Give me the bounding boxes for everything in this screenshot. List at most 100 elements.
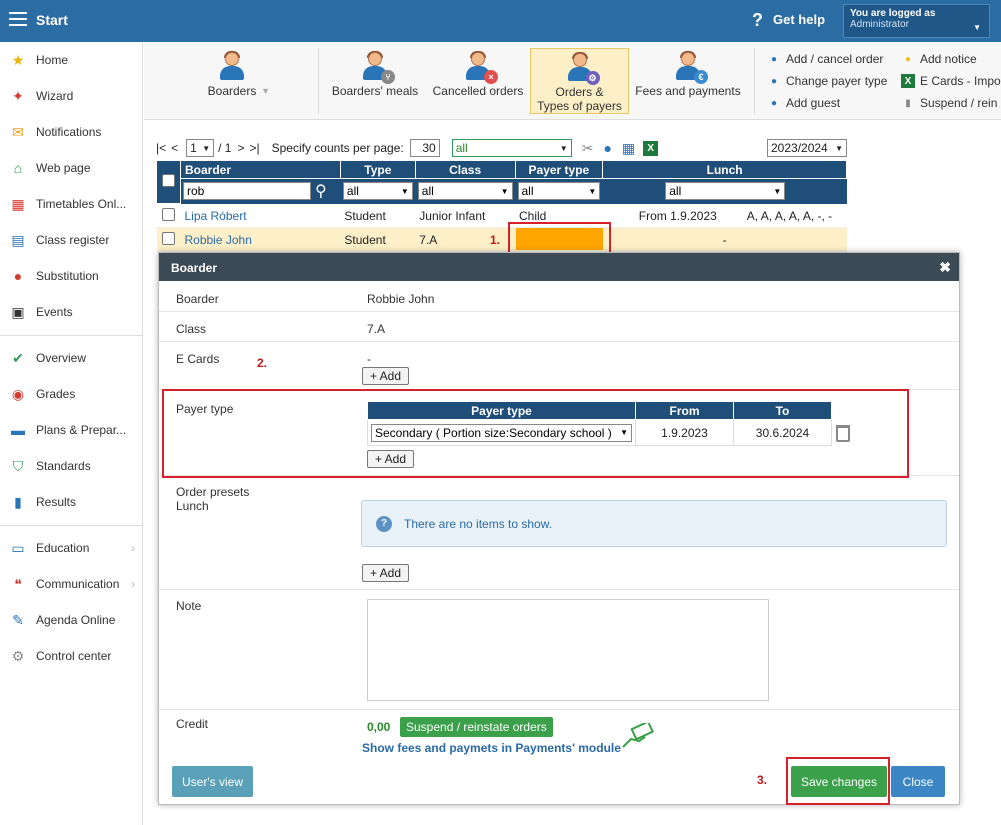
credit-label: Credit xyxy=(176,717,209,731)
boarders-button[interactable]: Boarders ▼ xyxy=(184,48,280,114)
show-fees-link[interactable]: Show fees and paymets in Payments' modul… xyxy=(362,741,621,755)
row-checkbox[interactable] xyxy=(161,231,175,245)
note-textarea[interactable] xyxy=(367,599,769,701)
chevron-down-icon: ▼ xyxy=(400,186,409,196)
sidebar-item-grades[interactable]: ◉ Grades xyxy=(0,376,143,412)
trash-icon[interactable] xyxy=(836,425,850,442)
class-filter-select[interactable]: all ▼ xyxy=(417,182,513,200)
search-icon[interactable]: ⚲ xyxy=(315,181,327,201)
help-icon[interactable]: ? xyxy=(752,10,763,31)
chevron-down-icon: ▼ xyxy=(559,143,568,153)
col-header-type[interactable]: Type xyxy=(339,160,416,179)
first-page-button[interactable]: |< xyxy=(156,141,166,155)
payer-type-table: Payer type From To Secondary ( Portion s… xyxy=(367,401,832,446)
col-header-lunch[interactable]: Lunch xyxy=(602,160,847,179)
payer-type-empty-cell[interactable] xyxy=(516,228,603,250)
sidebar-item-standards[interactable]: ⛉ Standards xyxy=(0,448,143,484)
envelope-icon: ✉ xyxy=(12,123,24,140)
add-cancel-order-link[interactable]: ● Add / cancel order xyxy=(767,52,883,66)
divider xyxy=(159,589,959,590)
sidebar-item-class-register[interactable]: ▤ Class register xyxy=(0,222,143,258)
ecards-import-link[interactable]: XE Cards - Impo xyxy=(901,74,1001,88)
change-payer-type-link[interactable]: ● Change payer type xyxy=(767,74,887,88)
sidebar-item-web-page[interactable]: ⌂ Web page xyxy=(0,150,143,186)
sidebar-item-substitution[interactable]: ● Substitution xyxy=(0,258,143,294)
user-filter-icon[interactable]: ● xyxy=(603,140,611,156)
filter-select[interactable]: all ▼ xyxy=(451,139,572,157)
sidebar-item-timetables[interactable]: ▦ Timetables Onl... xyxy=(0,186,143,222)
table-row-selected[interactable]: Robbie John Student 7.A - xyxy=(156,227,847,252)
boarder-name-link[interactable]: Lipa Róbert xyxy=(184,209,246,223)
type-filter-select[interactable]: all ▼ xyxy=(342,182,413,200)
payer-type-select[interactable]: Secondary ( Portion size:Secondary schoo… xyxy=(371,423,632,442)
sidebar-item-plans[interactable]: ▬ Plans & Prepar... xyxy=(0,412,143,448)
get-help-link[interactable]: Get help xyxy=(773,12,825,27)
cancelled-orders-button[interactable]: × Cancelled orders xyxy=(429,48,527,114)
user-add-icon: ● xyxy=(770,53,778,65)
close-icon[interactable]: ✖ xyxy=(939,259,951,276)
suspend-reinstate-link[interactable]: ▮ Suspend / rein xyxy=(901,96,997,110)
save-changes-button[interactable]: Save changes xyxy=(791,766,887,797)
bar-chart-icon: ▮ xyxy=(14,493,22,510)
table-row[interactable]: Lipa Róbert Student Junior Infant Child … xyxy=(156,203,847,228)
add-guest-link[interactable]: ● Add guest xyxy=(767,96,840,110)
sidebar-item-notifications[interactable]: ✉ Notifications xyxy=(0,114,143,150)
check-circle-icon: ✔ xyxy=(12,349,24,366)
col-header-payer[interactable]: Payer type xyxy=(514,160,604,179)
columns-icon[interactable]: ▦ xyxy=(622,140,635,157)
col-header-boarder[interactable]: Boarder xyxy=(179,160,341,179)
row-type: Student xyxy=(340,203,416,228)
chevron-down-icon: ▼ xyxy=(773,186,782,196)
add-preset-button[interactable]: + Add xyxy=(362,564,410,582)
menu-icon[interactable] xyxy=(9,12,27,26)
annotation-1: 1. xyxy=(490,233,501,247)
page-select[interactable]: 1 ▼ xyxy=(186,139,215,157)
orders-types-button[interactable]: ⚙ Orders & Types of payers xyxy=(530,48,629,114)
payer-filter-select[interactable]: all ▼ xyxy=(517,182,601,200)
school-year-select[interactable]: 2023/2024 ▼ xyxy=(767,139,847,157)
user-menu[interactable]: You are logged as Administrator ▼ xyxy=(843,4,990,38)
add-notice-link[interactable]: ● Add notice xyxy=(901,52,977,66)
next-page-button[interactable]: > xyxy=(237,141,244,155)
start-link[interactable]: Start xyxy=(36,12,68,28)
boarder-search-input[interactable]: rob xyxy=(182,182,311,200)
counts-input[interactable]: 30 xyxy=(409,139,440,157)
briefcase-icon: ▬ xyxy=(11,422,25,438)
sidebar-item-events[interactable]: ▣ Events xyxy=(0,294,143,330)
suspend-reinstate-button[interactable]: Suspend / reinstate orders xyxy=(400,717,553,737)
boarder-name-link[interactable]: Robbie John xyxy=(184,233,251,247)
guest-icon: ● xyxy=(770,97,778,109)
users-view-button[interactable]: User's view xyxy=(172,766,253,797)
excel-export-icon[interactable]: X xyxy=(643,140,659,156)
fees-payments-button[interactable]: € Fees and payments xyxy=(632,48,744,114)
divider xyxy=(159,709,959,710)
orders-icon: ⚙ xyxy=(566,52,600,85)
sidebar-item-home[interactable]: ★ Home xyxy=(0,42,143,78)
sidebar-item-education[interactable]: ▭ Education › xyxy=(0,530,143,566)
filter-type-cell: all ▼ xyxy=(339,178,416,204)
col-header-class[interactable]: Class xyxy=(414,160,516,179)
sidebar-item-communication[interactable]: ❝ Communication › xyxy=(0,566,143,602)
payer-from[interactable]: 1.9.2023 xyxy=(635,419,734,446)
boarders-meals-button[interactable]: ⑂ Boarders' meals xyxy=(329,48,421,114)
lunch-filter-select[interactable]: all ▼ xyxy=(665,182,786,200)
prev-page-button[interactable]: < xyxy=(171,141,178,155)
add-ecard-button[interactable]: + Add xyxy=(362,367,410,385)
sidebar: ★ Home ✦ Wizard ✉ Notifications ⌂ Web page ▦… xyxy=(0,42,143,825)
sidebar-item-agenda[interactable]: ✎ Agenda Online xyxy=(0,602,143,638)
close-button[interactable]: Close xyxy=(891,766,945,797)
add-payer-type-button[interactable]: + Add xyxy=(367,450,415,468)
sidebar-item-wizard[interactable]: ✦ Wizard xyxy=(0,78,143,114)
sidebar-item-control-center[interactable]: ⚙ Control center xyxy=(0,638,143,674)
boarder-row: Boarder Robbie John xyxy=(159,281,959,312)
row-checkbox[interactable] xyxy=(161,207,175,221)
sidebar-item-overview[interactable]: ✔ Overview xyxy=(0,340,143,376)
select-all-checkbox[interactable] xyxy=(161,174,175,187)
last-page-button[interactable]: >| xyxy=(250,141,260,155)
row-lunch: From 1.9.2023 A, A, A, A, A, -, - xyxy=(602,203,847,228)
tools-icon[interactable]: ✂ xyxy=(582,140,594,157)
sidebar-item-results[interactable]: ▮ Results xyxy=(0,484,143,520)
house-icon: ⌂ xyxy=(13,160,23,176)
chevron-right-icon: › xyxy=(131,541,135,555)
payer-to[interactable]: 30.6.2024 xyxy=(733,419,832,446)
